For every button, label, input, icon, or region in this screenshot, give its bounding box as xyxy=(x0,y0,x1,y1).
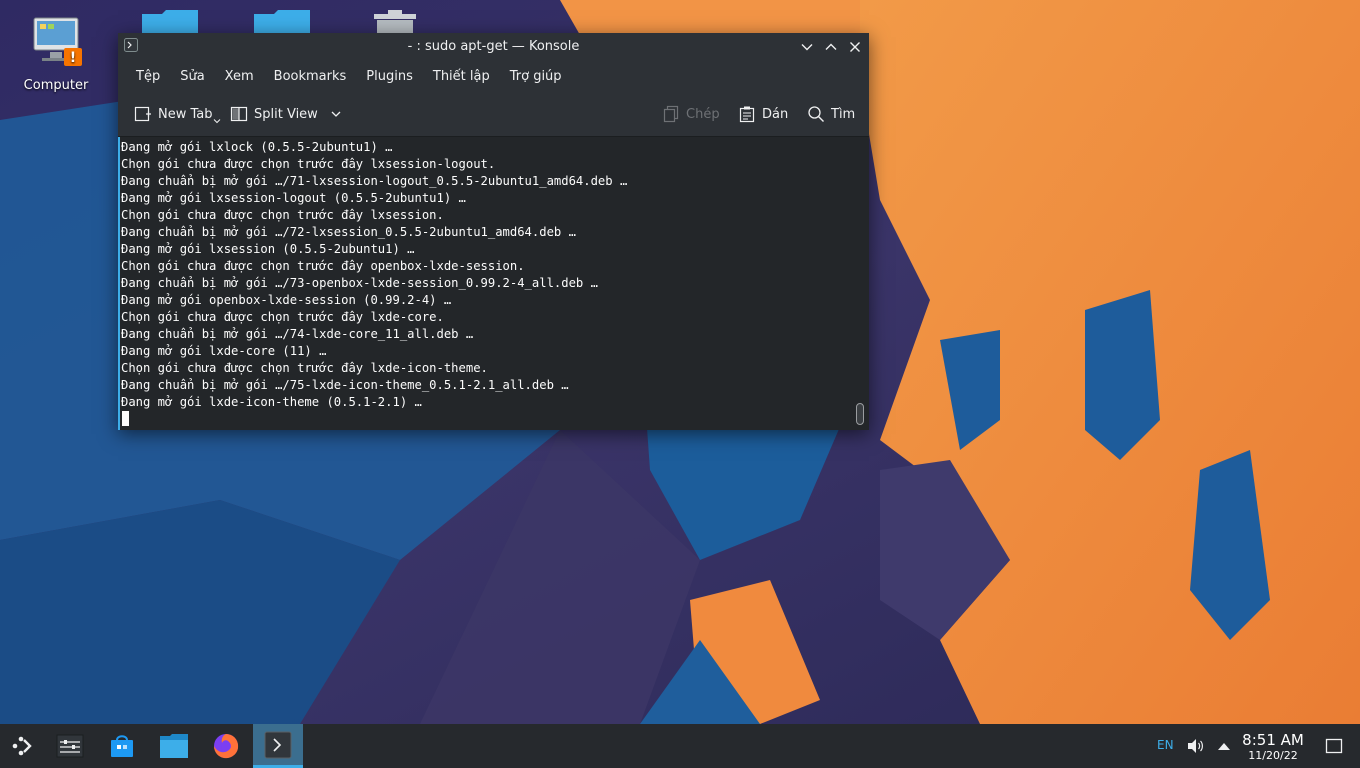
terminal-line: Chọn gói chưa được chọn trước đây lxde-c… xyxy=(121,310,444,324)
konsole-window[interactable]: - : sudo apt-get — Konsole Tệp Sửa Xem B… xyxy=(118,33,869,430)
computer-icon: ! xyxy=(33,17,82,66)
terminal-line: Chọn gói chưa được chọn trước đây lxsess… xyxy=(121,208,444,222)
split-view-label: Split View xyxy=(254,106,318,122)
terminal-scrollbar[interactable] xyxy=(853,137,869,430)
terminal-line: Đang mở gói lxsession-logout (0.5.5-2ubu… xyxy=(121,191,466,205)
paste-button[interactable]: Dán xyxy=(738,92,788,136)
application-launcher-icon xyxy=(12,736,32,756)
pager-icon xyxy=(56,734,84,758)
clock-date: 11/20/22 xyxy=(1248,749,1298,762)
copy-icon xyxy=(663,105,679,123)
firefox[interactable] xyxy=(204,724,248,768)
menu-edit[interactable]: Sửa xyxy=(170,69,214,84)
chevron-down-icon xyxy=(801,44,813,51)
tray-expand-icon xyxy=(1218,743,1230,750)
copy-label: Chép xyxy=(686,106,720,122)
paste-icon xyxy=(739,106,755,123)
toolbar: New Tab Split View Chép Dán Tìm xyxy=(118,92,869,137)
chevron-down-icon xyxy=(331,111,341,117)
menu-file[interactable]: Tệp xyxy=(126,69,170,84)
window-title: - : sudo apt-get — Konsole xyxy=(407,39,580,54)
terminal-line: Đang mở gói lxlock (0.5.5-2ubuntu1) … xyxy=(121,140,393,154)
konsole-task[interactable] xyxy=(253,724,303,768)
pager[interactable] xyxy=(48,724,92,768)
close-icon xyxy=(850,42,860,52)
menu-plugins[interactable]: Plugins xyxy=(356,69,423,84)
minimize-button[interactable] xyxy=(797,37,817,57)
menubar: Tệp Sửa Xem Bookmarks Plugins Thiết lập … xyxy=(118,60,869,92)
volume-button[interactable] xyxy=(1183,724,1207,768)
menu-view[interactable]: Xem xyxy=(215,69,264,84)
file-manager[interactable] xyxy=(152,724,196,768)
terminal-line: Đang mở gói lxsession (0.5.5-2ubuntu1) … xyxy=(121,242,415,256)
svg-text:!: ! xyxy=(70,50,76,66)
discover-store[interactable] xyxy=(100,724,144,768)
terminal-line: Đang chuẩn bị mở gói …/71-lxsession-logo… xyxy=(121,174,628,188)
trash-icon xyxy=(374,10,416,34)
new-tab-label: New Tab xyxy=(158,106,213,122)
terminal-cursor xyxy=(122,411,129,426)
desktop-computer-label: Computer xyxy=(23,78,89,93)
terminal-line: Đang chuẩn bị mở gói …/75-lxde-icon-them… xyxy=(121,378,569,392)
close-button[interactable] xyxy=(845,37,865,57)
terminal-line: Đang mở gói lxde-icon-theme (0.5.1-2.1) … xyxy=(121,395,422,409)
terminal-line: Đang chuẩn bị mở gói …/74-lxde-core_11_a… xyxy=(121,327,474,341)
konsole-icon xyxy=(264,731,292,758)
terminal-line: Đang chuẩn bị mở gói …/73-openbox-lxde-s… xyxy=(121,276,598,290)
folder-icon xyxy=(142,10,198,34)
terminal-output: Đang mở gói lxlock (0.5.5-2ubuntu1) … Chọ… xyxy=(121,139,627,411)
find-button[interactable]: Tìm xyxy=(807,92,855,136)
show-desktop-icon xyxy=(1325,738,1343,754)
application-launcher[interactable] xyxy=(0,724,44,768)
digital-clock[interactable]: 8:51 AM 11/20/22 xyxy=(1236,731,1310,763)
terminal-line: Chọn gói chưa được chọn trước đây lxde-i… xyxy=(121,361,488,375)
menu-bookmarks[interactable]: Bookmarks xyxy=(264,69,357,84)
maximize-button[interactable] xyxy=(821,37,841,57)
keyboard-layout-indicator[interactable]: EN xyxy=(1157,738,1174,752)
taskbar: EN 8:51 AM 11/20/22 xyxy=(0,724,1360,768)
tray-expand-button[interactable] xyxy=(1212,724,1236,768)
volume-icon xyxy=(1188,739,1203,753)
show-desktop-button[interactable] xyxy=(1320,724,1348,768)
chevron-down-icon xyxy=(213,119,220,124)
desktop-computer[interactable]: ! Computer xyxy=(22,14,90,93)
split-view-button[interactable]: Split View xyxy=(230,92,342,136)
terminal-line: Chọn gói chưa được chọn trước đây lxsess… xyxy=(121,157,496,171)
new-tab-icon xyxy=(134,106,151,122)
terminal-focus-indicator xyxy=(118,137,120,430)
terminal-line: Đang chuẩn bị mở gói …/72-lxsession_0.5.… xyxy=(121,225,576,239)
terminal-line: Đang mở gói openbox-lxde-session (0.99.2… xyxy=(121,293,452,307)
folder-icon xyxy=(254,10,310,34)
split-view-icon xyxy=(230,106,248,122)
firefox-icon xyxy=(214,734,239,759)
new-tab-button[interactable]: New Tab xyxy=(134,92,221,136)
window-titlebar[interactable]: - : sudo apt-get — Konsole xyxy=(118,33,869,60)
scrollbar-thumb[interactable] xyxy=(856,403,864,425)
terminal-line: Chọn gói chưa được chọn trước đây openbo… xyxy=(121,259,525,273)
menu-settings[interactable]: Thiết lập xyxy=(423,69,500,84)
find-label: Tìm xyxy=(831,106,856,122)
clock-time: 8:51 AM xyxy=(1242,731,1304,749)
chevron-up-icon xyxy=(825,43,837,50)
terminal-view[interactable]: Đang mở gói lxlock (0.5.5-2ubuntu1) … Chọ… xyxy=(118,137,869,430)
menu-help[interactable]: Trợ giúp xyxy=(500,69,572,84)
copy-button[interactable]: Chép xyxy=(662,92,720,136)
file-manager-icon xyxy=(160,734,188,758)
paste-label: Dán xyxy=(762,106,789,122)
discover-store-icon xyxy=(111,735,133,757)
search-icon xyxy=(808,106,824,122)
terminal-line: Đang mở gói lxde-core (11) … xyxy=(121,344,327,358)
